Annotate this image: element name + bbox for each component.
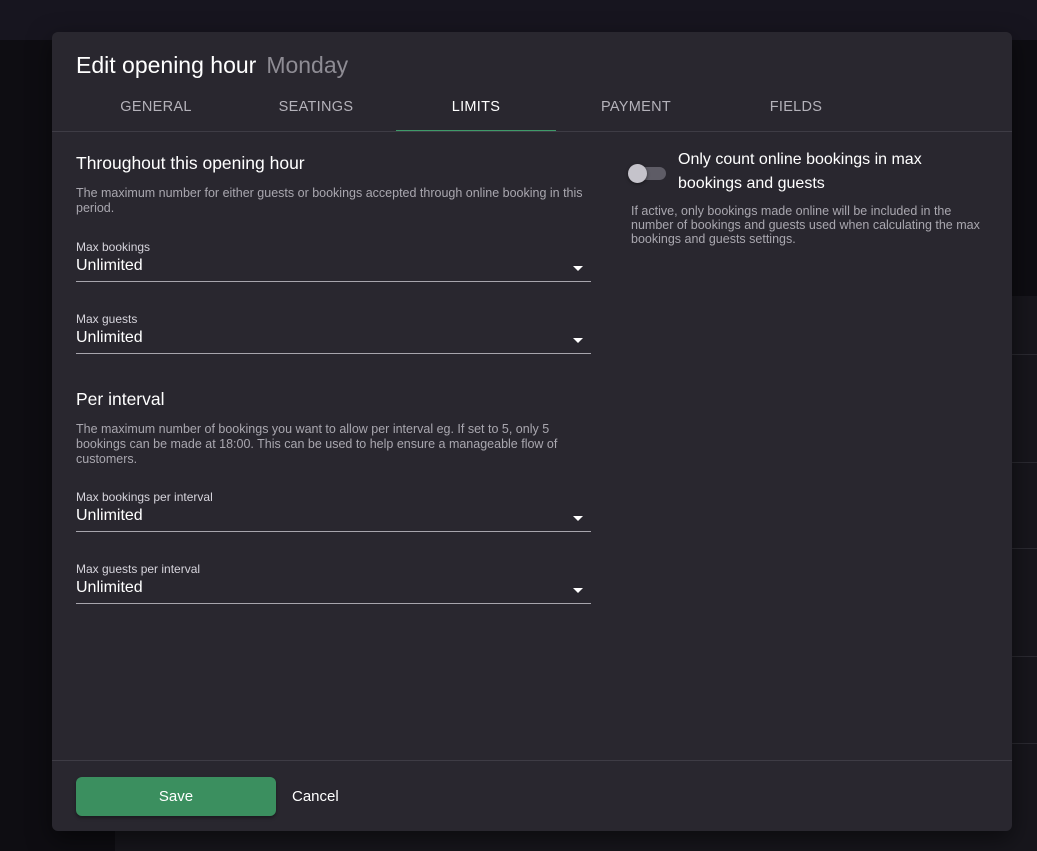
background-row-divider (1012, 656, 1037, 657)
toggle-knob (628, 164, 647, 183)
max-bookings-field: Max bookings Unlimited (76, 240, 591, 296)
background-row-divider (1012, 548, 1037, 549)
max-guests-select[interactable]: Unlimited (76, 326, 591, 354)
dialog-title: Edit opening hour Monday (76, 52, 348, 79)
max-guests-per-interval-value: Unlimited (76, 579, 143, 596)
max-guests-field: Max guests Unlimited (76, 312, 591, 368)
online-bookings-toggle-description: If active, only bookings made online wil… (631, 204, 980, 246)
background-row-divider (1012, 354, 1037, 355)
dropdown-arrow-icon (573, 338, 583, 343)
background-row-divider (1012, 743, 1037, 744)
dropdown-arrow-icon (573, 588, 583, 593)
tab-payment[interactable]: PAYMENT (556, 92, 716, 132)
max-bookings-per-interval-field: Max bookings per interval Unlimited (76, 490, 591, 546)
max-bookings-per-interval-value: Unlimited (76, 507, 143, 524)
tabs-divider (52, 131, 1012, 132)
max-guests-per-interval-label: Max guests per interval (76, 562, 201, 576)
max-guests-per-interval-field: Max guests per interval Unlimited (76, 562, 591, 618)
max-guests-per-interval-select[interactable]: Unlimited (76, 576, 591, 604)
max-bookings-per-interval-label: Max bookings per interval (76, 490, 213, 504)
background-row-divider (1012, 462, 1037, 463)
tab-seatings[interactable]: SEATINGS (236, 92, 396, 132)
max-guests-label: Max guests (76, 312, 138, 326)
footer-divider (52, 760, 1012, 761)
max-bookings-label: Max bookings (76, 240, 151, 254)
online-bookings-toggle[interactable] (628, 164, 666, 183)
save-button[interactable]: Save (76, 777, 276, 816)
per-interval-heading: Per interval (76, 389, 165, 409)
cancel-button[interactable]: Cancel (292, 777, 339, 816)
tab-fields[interactable]: FIELDS (716, 92, 876, 132)
max-guests-value: Unlimited (76, 329, 143, 346)
edit-opening-hour-dialog: Edit opening hour Monday GENERAL SEATINGS… (52, 32, 1012, 831)
throughout-heading: Throughout this opening hour (76, 153, 305, 173)
per-interval-description: The maximum number of bookings you want … (76, 422, 558, 466)
throughout-description: The maximum number for either guests or … (76, 186, 583, 215)
tab-general[interactable]: GENERAL (76, 92, 236, 132)
max-bookings-select[interactable]: Unlimited (76, 254, 591, 282)
dialog-subtitle: Monday (266, 52, 349, 78)
dropdown-arrow-icon (573, 266, 583, 271)
tab-limits[interactable]: LIMITS (396, 92, 556, 132)
max-bookings-per-interval-select[interactable]: Unlimited (76, 504, 591, 532)
dialog-title-text: Edit opening hour (76, 52, 257, 78)
tab-bar: GENERAL SEATINGS LIMITS PAYMENT FIELDS (76, 92, 876, 132)
max-bookings-value: Unlimited (76, 257, 143, 274)
online-bookings-toggle-label: Only count online bookings in max bookin… (678, 151, 922, 192)
dropdown-arrow-icon (573, 516, 583, 521)
